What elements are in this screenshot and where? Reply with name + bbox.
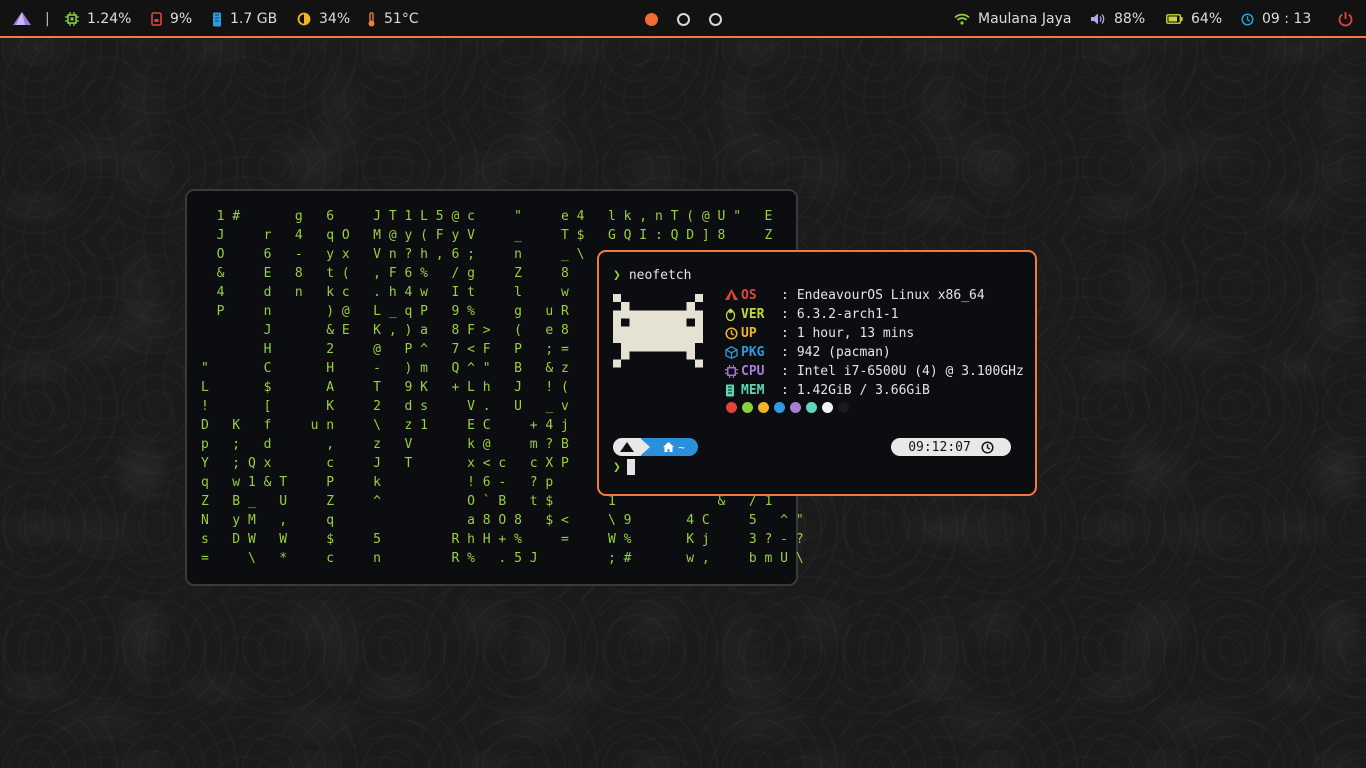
endeavour-logo-icon (13, 12, 31, 25)
palette-color-dot (742, 402, 753, 413)
workspace-3[interactable] (709, 13, 722, 26)
clock-icon (1241, 12, 1254, 26)
tux-icon (725, 308, 739, 322)
brightness-level: 34% (319, 11, 351, 27)
info-value: 1.42GiB / 3.66GiB (796, 383, 930, 398)
brightness-widget[interactable]: 34% (297, 0, 350, 38)
memory-widget[interactable]: 1.7 GB (212, 0, 277, 38)
wifi-network-name: Maulana Jaya (978, 11, 1072, 27)
info-value: 942 (pacman) (796, 345, 891, 360)
info-value: 6.3.2-arch1-1 (796, 307, 899, 322)
home-icon (663, 442, 675, 452)
palette-color-dot (726, 402, 737, 413)
launcher-button[interactable] (13, 0, 31, 38)
palette-color-dot (838, 402, 849, 413)
matrix-line: s D W W $ 5 R h H + % = W % K j 3 ? - ? (201, 532, 804, 547)
temperature-widget[interactable]: 51°C (367, 0, 419, 38)
battery-icon (1166, 14, 1183, 24)
input-line[interactable]: ❯ (613, 459, 635, 475)
command-line: ❯ neofetch (613, 268, 691, 283)
info-key: MEM (741, 383, 765, 398)
matrix-line: J r 4 q O M @ y ( F y V _ T $ G Q I : Q … (201, 228, 773, 243)
info-row-up: UP:1 hour, 13 mins (725, 324, 1024, 343)
clock-widget[interactable]: 09 : 13 (1241, 0, 1311, 38)
disk-widget[interactable]: 9% (151, 0, 192, 38)
matrix-line: = \ * c n R % . 5 J ; # w , b m U \ (201, 551, 804, 566)
space-invader-ascii-logo (613, 294, 703, 368)
info-colon: : (781, 307, 789, 322)
info-row-mem: MEM:1.42GiB / 3.66GiB (725, 381, 1024, 400)
info-colon: : (781, 345, 789, 360)
system-info: OS: EndeavourOS Linux x86_64 VER:6.3.2-arc… (725, 286, 1024, 400)
palette-color-dot (790, 402, 801, 413)
palette-color-dot (806, 402, 817, 413)
top-bar: | 1.24% 9% 1.7 GB 34% 51°C Maulana Jaya … (0, 0, 1366, 38)
powerline-left: ~ (613, 438, 698, 456)
neofetch-terminal-window[interactable]: ❯ neofetch OS: EndeavourOS Linux x86_64 VE… (597, 250, 1037, 496)
wifi-widget[interactable]: Maulana Jaya (954, 0, 1071, 38)
cpu-widget[interactable]: 1.24% (65, 0, 131, 38)
info-value: 1 hour, 13 mins (796, 326, 915, 341)
volume-level: 88% (1114, 11, 1146, 27)
cpu-temperature: 51°C (384, 11, 419, 27)
info-row-ver: VER:6.3.2-arch1-1 (725, 305, 1024, 324)
prompt-time: 09:12:07 (908, 439, 971, 455)
palette-color-dot (822, 402, 833, 413)
power-icon (1338, 12, 1353, 27)
info-key: UP (741, 326, 757, 341)
info-key: VER (741, 307, 765, 322)
workspace-2[interactable] (677, 13, 690, 26)
clock-time: 09 : 13 (1262, 11, 1312, 27)
battery-level: 64% (1191, 11, 1223, 27)
memory-usage: 1.7 GB (230, 11, 278, 27)
matrix-line: N y M , q a 8 O 8 $ < \ 9 4 C 5 ^ " (201, 513, 804, 528)
palette-color-dot (774, 402, 785, 413)
memory-icon (213, 12, 221, 26)
info-value: Intel i7-6500U (4) @ 3.100GHz (796, 364, 1024, 379)
info-row-pkg: PKG:942 (pacman) (725, 343, 1024, 362)
powerline-arrow (640, 438, 650, 456)
info-row-os: OS: EndeavourOS Linux x86_64 (725, 286, 1024, 305)
cpu-usage: 1.24% (87, 11, 132, 27)
info-value: EndeavourOS Linux x86_64 (796, 288, 985, 303)
matrix-line: 1 # g 6 J T 1 L 5 @ c " e 4 l k , n T ( … (201, 209, 773, 224)
workspace-1[interactable] (645, 13, 658, 26)
cpu-icon (65, 12, 79, 26)
current-path: ~ (678, 440, 685, 454)
thermometer-icon (368, 11, 375, 26)
endeavour-logo-icon (620, 441, 634, 452)
path-segment: ~ (650, 438, 698, 456)
os-segment (613, 438, 641, 456)
volume-widget[interactable]: 88% (1090, 0, 1145, 38)
palette-color-dot (758, 402, 769, 413)
info-key: OS (741, 288, 757, 303)
powerline-right: 09:12:07 (891, 438, 1011, 456)
color-palette (726, 402, 849, 413)
uptime-clock-icon (725, 326, 739, 341)
memory-icon (725, 384, 739, 398)
prompt-symbol: ❯ (613, 268, 621, 283)
bar-separator: | (45, 11, 50, 27)
info-row-cpu: CPU: Intel i7-6500U (4) @ 3.100GHz (725, 362, 1024, 381)
prompt-symbol: ❯ (613, 459, 621, 475)
volume-icon (1091, 13, 1105, 25)
disk-usage: 9% (170, 11, 193, 27)
power-button[interactable] (1338, 0, 1353, 38)
endeavour-logo-icon (725, 288, 739, 303)
info-key: PKG (741, 345, 765, 360)
wifi-icon (954, 13, 970, 25)
disk-icon (151, 12, 162, 26)
cpu-icon (725, 364, 739, 379)
clock-icon (981, 440, 994, 454)
brightness-icon (297, 12, 311, 26)
info-colon: : (781, 383, 789, 398)
info-colon: : (781, 288, 789, 303)
battery-widget[interactable]: 64% (1166, 0, 1222, 38)
info-key: CPU (741, 364, 765, 379)
command-text: neofetch (628, 268, 692, 283)
info-colon: : (781, 326, 789, 341)
info-colon: : (781, 364, 789, 379)
package-icon (725, 345, 739, 360)
text-cursor (626, 459, 635, 475)
